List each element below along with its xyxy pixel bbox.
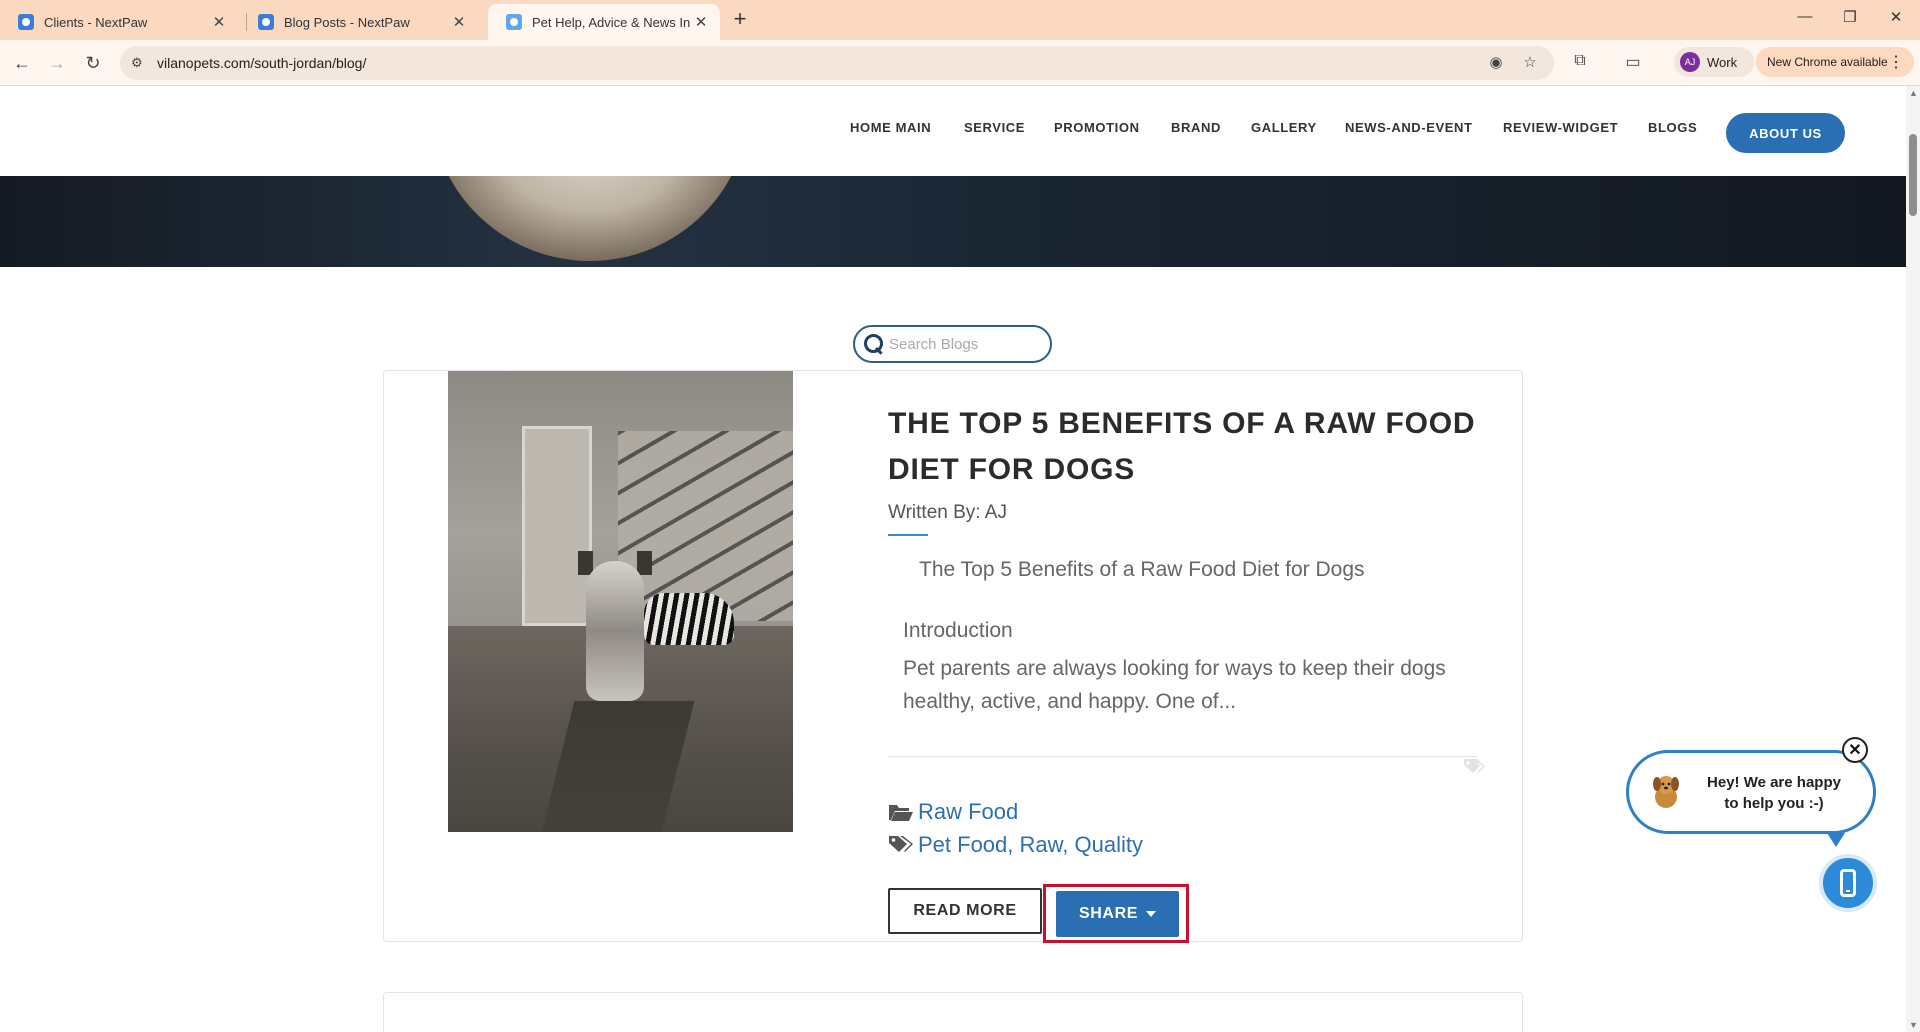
page-scrollbar[interactable]: ▲ ▼	[1906, 86, 1920, 1032]
dog-photo-crop	[430, 176, 750, 261]
tab-title: Clients - NextPaw	[44, 14, 148, 30]
tab-close-icon[interactable]: ✕	[450, 13, 468, 31]
search-icon	[863, 333, 885, 355]
update-label: New Chrome available	[1767, 55, 1888, 69]
bubble-tail	[1827, 833, 1845, 847]
read-more-button[interactable]: READ MORE	[888, 888, 1042, 934]
menu-kebab-icon[interactable]: ⋮	[1888, 52, 1904, 72]
post-subtitle: The Top 5 Benefits of a Raw Food Diet fo…	[919, 558, 1365, 581]
photo-dog	[586, 561, 644, 701]
profile-chip[interactable]: AJ Work	[1674, 47, 1754, 77]
scrollbar-thumb[interactable]	[1909, 134, 1917, 216]
nav-gallery[interactable]: GALLERY	[1251, 120, 1317, 135]
search-input[interactable]	[889, 335, 1039, 353]
site-info-icon[interactable]: ⚙	[131, 55, 147, 71]
post-category-row: Raw Food	[888, 799, 1018, 825]
byline-divider	[888, 534, 928, 536]
next-blog-post-card	[383, 992, 1523, 1032]
nav-review-widget[interactable]: REVIEW-WIDGET	[1503, 120, 1618, 135]
puppy-mascot-icon	[1653, 776, 1679, 808]
post-tags-row: Pet Food, Raw, Quality	[888, 832, 1143, 858]
meta-divider	[888, 756, 1478, 757]
nextpaw-favicon-icon	[258, 14, 274, 30]
tab-title: Pet Help, Advice & News In Sou	[532, 14, 692, 30]
nav-blogs[interactable]: BLOGS	[1648, 120, 1697, 135]
tab-blog-posts[interactable]: Blog Posts - NextPaw ✕	[240, 4, 478, 40]
minimize-button[interactable]: —	[1785, 8, 1825, 32]
post-title[interactable]: THE TOP 5 BENEFITS OF A RAW FOOD DIET FO…	[888, 401, 1488, 493]
post-excerpt: Pet parents are always looking for ways …	[903, 657, 1446, 713]
about-us-button[interactable]: ABOUT US	[1726, 113, 1845, 153]
forward-arrow-icon[interactable]: →	[43, 49, 71, 77]
hero-banner-image	[0, 176, 1906, 267]
chat-greeting-bubble[interactable]: Hey! We are happy to help you :-)	[1626, 750, 1876, 847]
mobile-phone-icon	[1840, 869, 1856, 897]
photo-doorway	[522, 426, 592, 626]
scroll-down-arrow-icon[interactable]: ▼	[1909, 1020, 1918, 1030]
close-chat-icon[interactable]: ✕	[1842, 737, 1868, 763]
tab-pet-help-active[interactable]: Pet Help, Advice & News In Sou ✕	[488, 4, 720, 40]
nav-home-main[interactable]: HOME MAIN	[850, 120, 931, 135]
folder-open-icon	[889, 805, 913, 821]
nav-promotion[interactable]: PROMOTION	[1054, 120, 1140, 135]
chat-launcher-button[interactable]	[1819, 854, 1877, 912]
post-featured-image[interactable]	[448, 371, 793, 832]
address-bar[interactable]: ⚙ vilanopets.com/south-jordan/blog/ ◉ ☆	[120, 46, 1554, 80]
share-button[interactable]: SHARE	[1056, 891, 1179, 937]
back-arrow-icon[interactable]: ←	[8, 49, 36, 77]
nav-brand[interactable]: BRAND	[1171, 120, 1221, 135]
url-text[interactable]: vilanopets.com/south-jordan/blog/	[157, 55, 366, 71]
blog-search-box[interactable]	[853, 325, 1052, 363]
chat-greeting-text: Hey! We are happy to help you :-)	[1707, 774, 1841, 812]
avatar: AJ	[1680, 52, 1700, 72]
bookmark-star-icon[interactable]: ☆	[1520, 53, 1540, 73]
tags-links[interactable]: Pet Food, Raw, Quality	[918, 832, 1143, 858]
caret-down-icon	[1146, 911, 1156, 917]
nav-news-and-event[interactable]: NEWS-AND-EVENT	[1345, 120, 1473, 135]
tags-icon	[1464, 759, 1485, 773]
profile-label: Work	[1707, 54, 1738, 70]
browser-tabstrip: Clients - NextPaw ✕ Blog Posts - NextPaw…	[0, 0, 1920, 40]
cast-icon[interactable]: ▭	[1622, 52, 1644, 74]
vilano-favicon-icon	[506, 14, 522, 30]
tab-close-icon[interactable]: ✕	[692, 13, 710, 31]
tab-clients[interactable]: Clients - NextPaw ✕	[0, 4, 238, 40]
reload-icon[interactable]: ↻	[79, 49, 107, 77]
post-intro-heading: Introduction	[903, 619, 1013, 642]
chrome-update-button[interactable]: New Chrome available ⋮	[1756, 47, 1914, 77]
tab-title: Blog Posts - NextPaw	[284, 14, 410, 30]
extensions-icon[interactable]: ⧉	[1569, 52, 1591, 74]
web-page: HOME MAIN SERVICE PROMOTION BRAND GALLER…	[0, 86, 1906, 1032]
nav-service[interactable]: SERVICE	[964, 120, 1025, 135]
tracking-eye-off-icon[interactable]: ◉	[1486, 53, 1506, 73]
share-highlight-box: SHARE	[1043, 884, 1189, 943]
post-author: Written By: AJ	[888, 502, 1007, 523]
scroll-up-arrow-icon[interactable]: ▲	[1909, 88, 1918, 98]
new-tab-button[interactable]: +	[728, 8, 752, 32]
site-navigation: HOME MAIN SERVICE PROMOTION BRAND GALLER…	[0, 86, 1906, 176]
restore-button[interactable]: ❐	[1830, 8, 1870, 32]
tags-icon	[889, 836, 913, 852]
close-window-button[interactable]: ✕	[1876, 8, 1916, 32]
share-label: SHARE	[1078, 905, 1138, 922]
tab-close-icon[interactable]: ✕	[210, 13, 228, 31]
browser-toolbar: ← → ↻ ⚙ vilanopets.com/south-jordan/blog…	[0, 40, 1920, 86]
category-link[interactable]: Raw Food	[918, 799, 1018, 825]
photo-zebra-toy	[644, 593, 734, 645]
blog-post-card: THE TOP 5 BENEFITS OF A RAW FOOD DIET FO…	[383, 370, 1523, 943]
nextpaw-favicon-icon	[18, 14, 34, 30]
